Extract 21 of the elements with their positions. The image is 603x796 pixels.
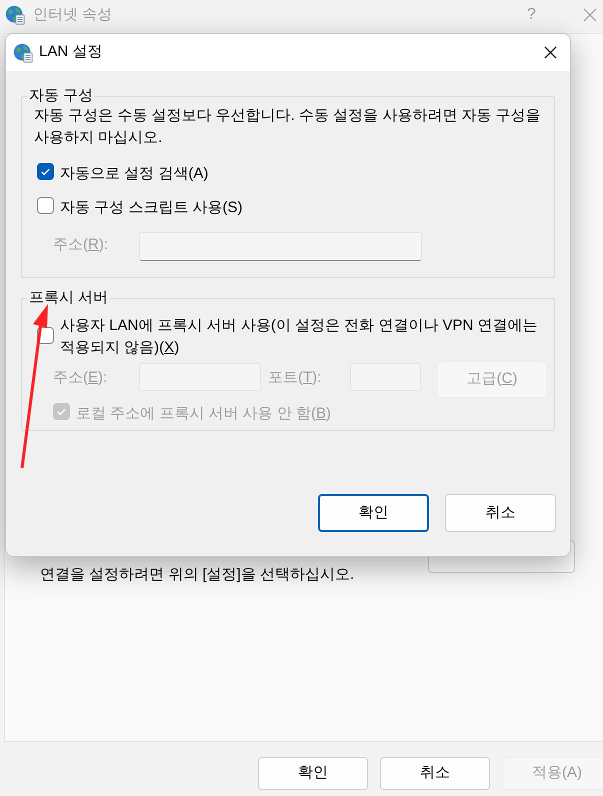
checkbox-label[interactable]: 자동으로 설정 검색(A) [60, 163, 208, 185]
dialog-title: LAN 설정 [39, 42, 102, 62]
close-icon[interactable] [544, 46, 557, 59]
hint-text: 연결을 설정하려면 위의 [설정]을 선택하십시오. [40, 565, 354, 585]
window-title: 인터넷 속성 [33, 4, 112, 25]
dialog-button[interactable]: 취소 [380, 757, 490, 790]
field-label: 주소(R): [53, 235, 108, 255]
dialog-button[interactable]: 확인 [318, 494, 429, 532]
globe-icon [13, 42, 33, 62]
dialog-button[interactable]: 확인 [258, 757, 368, 790]
checkbox-label[interactable]: 자동 구성 스크립트 사용(S) [60, 197, 242, 219]
description-text: 자동 구성은 수동 설정보다 우선합니다. 수동 설정을 사용하려면 자동 구성을 사용하지 마십시오. [34, 106, 542, 148]
checkbox-label[interactable]: 사용자 LAN에 프록시 서버 사용(이 설정은 전화 연결이나 VPN 연결에는 적용되지 않음)(X) [60, 315, 542, 359]
field-label: 주소(E): [53, 368, 108, 388]
globe-icon [5, 5, 25, 25]
field-label: 포트(T): [268, 368, 322, 388]
dialog-button[interactable]: 취소 [445, 494, 556, 532]
check-icon [56, 406, 67, 417]
checkbox[interactable] [37, 197, 54, 214]
check-icon [40, 166, 51, 177]
checkbox[interactable] [37, 163, 54, 180]
